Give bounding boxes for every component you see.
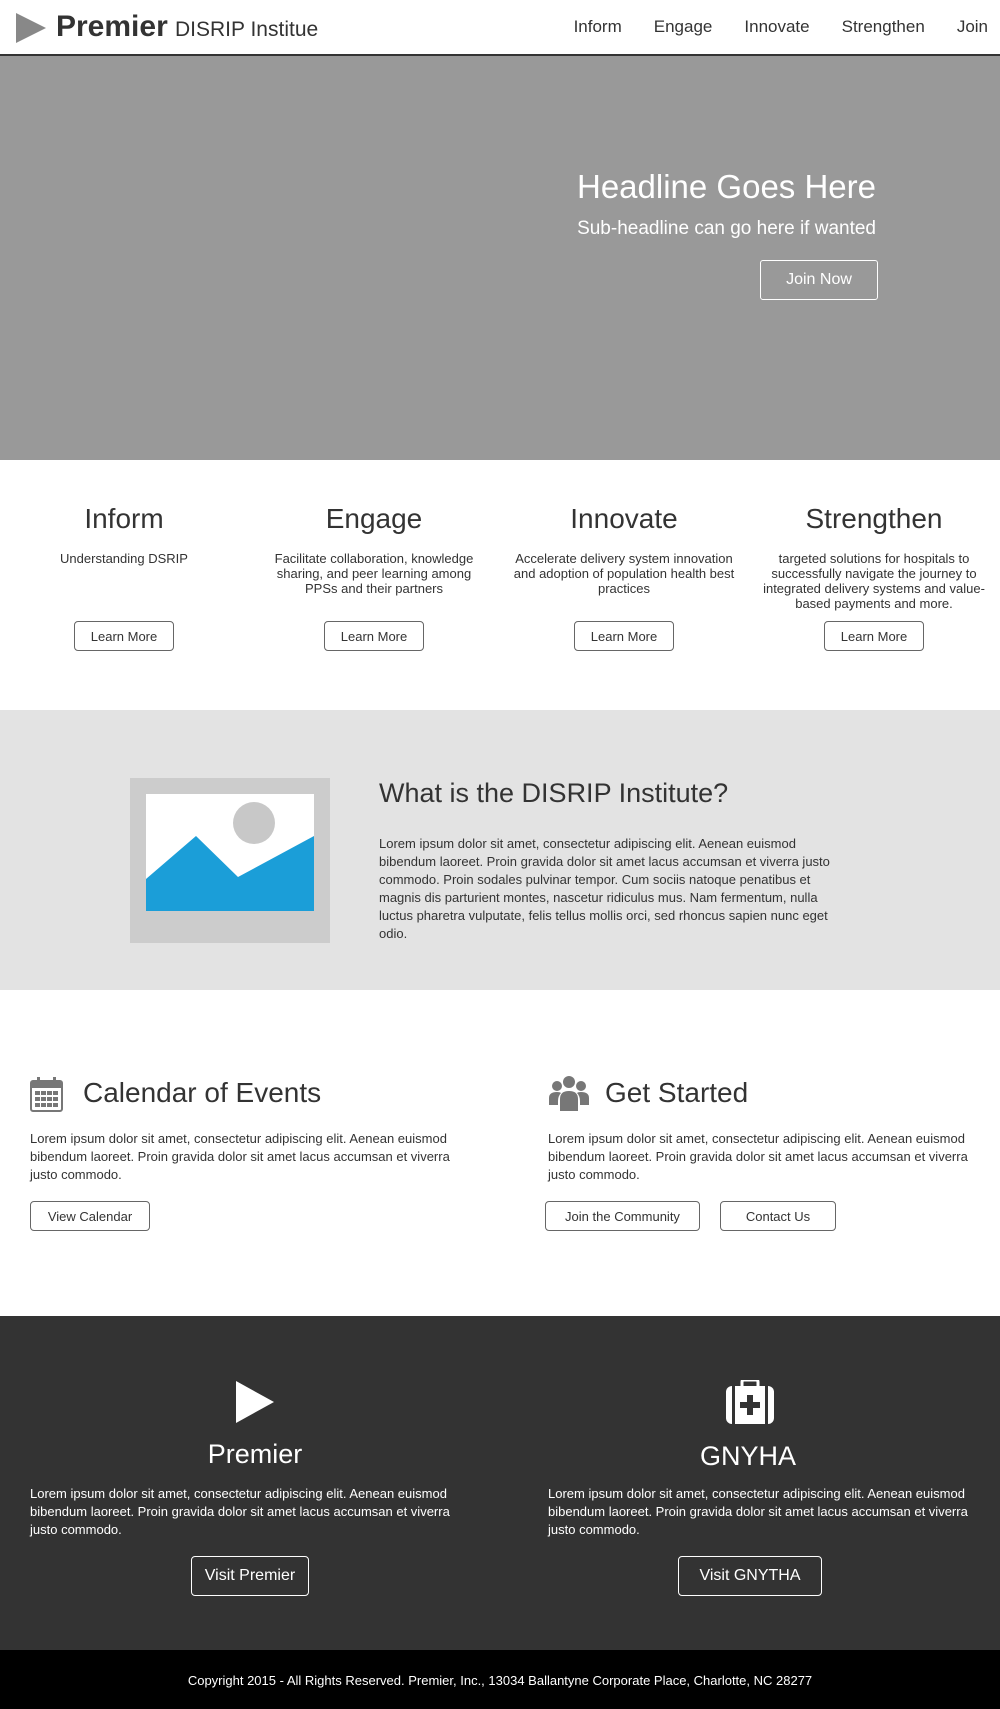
site-footer: Copyright 2015 - All Rights Reserved. Pr… [0,1650,1000,1709]
feature-title: Innovate [570,503,678,534]
feature-inform: Inform Understanding DSRIP Learn More [9,460,239,651]
join-community-button[interactable]: Join the Community [545,1201,700,1231]
site-header: Premier DISRIP Institue Inform Engage In… [0,0,1000,56]
about-text: Lorem ipsum dolor sit amet, consectetur … [379,836,830,941]
calendar-text: Lorem ipsum dolor sit amet, consectetur … [30,1131,450,1182]
feature-title: Engage [325,503,423,534]
medical-kit-icon [726,1380,774,1424]
calendar-title: Calendar of Events [83,1077,322,1108]
feature-text: targeted solutions for hospitals to succ… [763,551,985,611]
copyright-text: Copyright 2015 - All Rights Reserved. Pr… [187,1673,813,1688]
nav-join[interactable]: Join [957,17,988,37]
learn-more-button[interactable]: Learn More [824,621,924,651]
hero-headline: Headline Goes Here [577,168,876,205]
visit-premier-button[interactable]: Visit Premier [191,1556,309,1596]
main-nav: Inform Engage Innovate Strengthen Join [542,17,988,37]
feature-text: Understanding DSRIP [60,551,188,566]
feature-text: Accelerate delivery system innovation an… [513,551,735,596]
about-title: What is the DISRIP Institute? [379,778,729,808]
feature-strengthen: Strengthen targeted solutions for hospit… [759,460,989,651]
info-columns: Calendar of Events Lorem ipsum dolor sit… [0,990,1000,1316]
learn-more-button[interactable]: Learn More [574,621,674,651]
users-icon [549,1076,589,1111]
play-logo-icon[interactable] [16,13,46,43]
get-started-title: Get Started [605,1077,749,1108]
premier-text: Lorem ipsum dolor sit amet, consectetur … [30,1486,450,1537]
learn-more-button[interactable]: Learn More [324,621,424,651]
learn-more-button[interactable]: Learn More [74,621,174,651]
nav-innovate[interactable]: Innovate [744,17,809,37]
feature-engage: Engage Facilitate collaboration, knowled… [259,460,489,651]
features-section: Inform Understanding DSRIP Learn More En… [0,460,1000,710]
partners-section: Premier Lorem ipsum dolor sit amet, cons… [0,1316,1000,1650]
brand-subtitle: DISRIP Institue [175,18,319,41]
hero-subheadline: Sub-headline can go here if wanted [577,218,876,239]
feature-text: Facilitate collaboration, knowledge shar… [274,551,474,596]
feature-title: Inform [84,503,164,534]
contact-us-button[interactable]: Contact Us [720,1201,836,1231]
nav-inform[interactable]: Inform [574,17,622,37]
gnyha-title: GNYHA [699,1441,797,1471]
calendar-icon [30,1077,63,1112]
about-section: What is the DISRIP Institute? Lorem ipsu… [0,710,1000,990]
image-placeholder-icon [130,778,330,943]
nav-engage[interactable]: Engage [654,17,713,37]
visit-gnyha-button[interactable]: Visit GNYTHA [678,1556,822,1596]
feature-innovate: Innovate Accelerate delivery system inno… [509,460,739,651]
view-calendar-button[interactable]: View Calendar [30,1201,150,1231]
brand-name[interactable]: Premier [56,10,168,44]
hero-banner: Headline Goes Here Sub-headline can go h… [0,56,1000,460]
nav-strengthen[interactable]: Strengthen [842,17,925,37]
get-started-text: Lorem ipsum dolor sit amet, consectetur … [548,1131,968,1182]
premier-title: Premier [207,1439,303,1469]
join-now-button[interactable]: Join Now [760,260,878,300]
gnyha-text: Lorem ipsum dolor sit amet, consectetur … [548,1486,968,1537]
play-icon [236,1381,274,1423]
feature-title: Strengthen [805,503,943,534]
